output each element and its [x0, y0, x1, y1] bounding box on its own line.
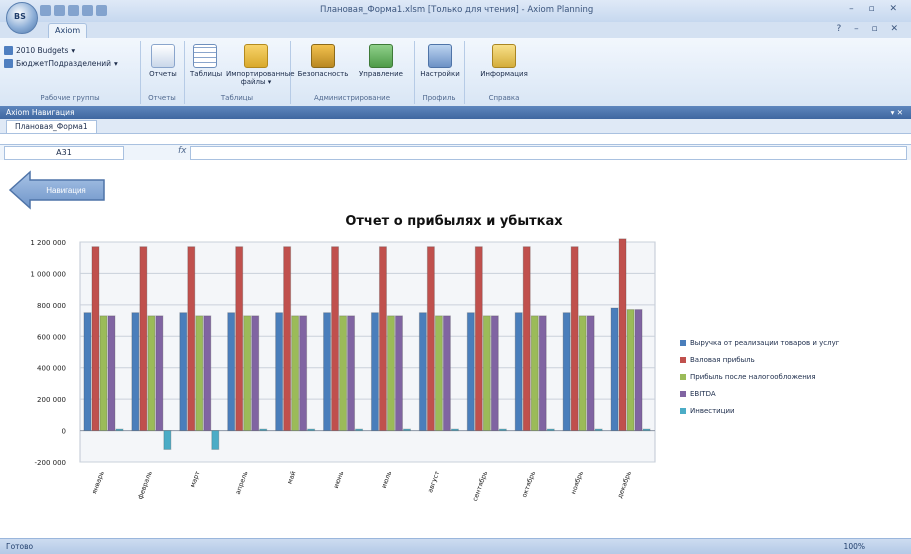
legend-entry: Прибыль после налогообложения — [680, 368, 900, 385]
ribbon-group-profile: Настройки Профиль — [414, 41, 465, 104]
name-box[interactable]: A31 — [4, 146, 124, 160]
help-controls[interactable]: ? – ▫ ✕ — [837, 24, 904, 34]
fx-icon[interactable]: fx — [178, 146, 187, 156]
ribbon-group-help: Информация Справка — [464, 41, 544, 104]
print-icon[interactable] — [68, 5, 79, 16]
legend-swatch — [680, 339, 686, 346]
zoom-level[interactable]: 100% — [844, 539, 865, 554]
group-label: Администрирование — [313, 94, 391, 102]
undo-icon[interactable] — [82, 5, 93, 16]
document-tabs: Плановая_Форма1 — [0, 119, 911, 134]
nav-pane-close-icon[interactable]: ▾ ✕ — [891, 106, 903, 119]
info-icon — [492, 44, 516, 68]
legend-entry: Валовая прибыль — [680, 351, 900, 368]
legend-label: Инвестиции — [690, 406, 735, 415]
formula-bar: A31 fx — [0, 144, 911, 161]
title-bar: Плановая_Форма1.xlsm [Только для чтения]… — [0, 0, 911, 23]
security-button[interactable]: Безопасность — [296, 44, 350, 78]
legend-swatch — [680, 390, 686, 397]
budget-icon — [4, 46, 13, 55]
workgroup-2010-budgets[interactable]: 2010 Budgets ▾ — [4, 46, 75, 55]
group-label: Профиль — [422, 94, 456, 102]
information-button[interactable]: Информация — [474, 44, 534, 78]
axiom-navigation-pane: Axiom Навигация ▾ ✕ — [0, 106, 911, 119]
report-icon — [151, 44, 175, 68]
management-button[interactable]: Управление — [352, 44, 410, 78]
tab-axiom[interactable]: Axiom — [48, 23, 88, 38]
group-label: Справка — [488, 94, 520, 102]
group-label: Таблицы — [220, 94, 254, 102]
ribbon-tab-row: Axiom ? – ▫ ✕ — [0, 22, 911, 38]
legend-swatch — [680, 373, 686, 380]
workgroup-department-budget[interactable]: БюджетПодразделений ▾ — [4, 59, 118, 68]
quick-access-toolbar — [40, 5, 107, 17]
ribbon-group-workgroups: 2010 Budgets ▾ БюджетПодразделений ▾ Раб… — [0, 41, 141, 104]
legend-entry: Инвестиции — [680, 402, 900, 419]
redo-icon[interactable] — [96, 5, 107, 16]
legend-entry: Выручка от реализации товаров и услуг — [680, 334, 900, 351]
budget-icon — [4, 59, 13, 68]
legend-swatch — [680, 407, 686, 414]
ribbon: 2010 Budgets ▾ БюджетПодразделений ▾ Раб… — [0, 38, 911, 107]
lock-icon — [311, 44, 335, 68]
group-label: Рабочие группы — [40, 94, 100, 102]
status-bar: Готово 100% — [0, 538, 911, 554]
ribbon-group-tables: Таблицы Импортированные файлы ▾ Таблицы — [184, 41, 295, 104]
window-controls[interactable]: – ▫ ✕ — [849, 4, 903, 14]
chart-legend: Выручка от реализации товаров и услуг Вал… — [680, 334, 900, 419]
status-ready: Готово — [6, 542, 34, 551]
window-title: Плановая_Форма1.xlsm [Только для чтения]… — [320, 5, 594, 15]
legend-swatch — [680, 356, 686, 363]
office-orb-button[interactable]: BS — [6, 2, 38, 34]
legend-label: Прибыль после налогообложения — [690, 372, 816, 381]
settings-button[interactable]: Настройки — [420, 44, 460, 78]
reports-button[interactable]: Отчеты — [148, 44, 178, 78]
save-icon[interactable] — [40, 5, 51, 16]
legend-label: Выручка от реализации товаров и услуг — [690, 338, 840, 347]
legend-label: EBITDA — [690, 389, 716, 398]
tables-button[interactable]: Таблицы — [190, 44, 222, 78]
imported-files-button[interactable]: Импортированные файлы ▾ — [226, 44, 295, 86]
table-icon — [193, 44, 217, 68]
ribbon-group-administration: Безопасность Управление Администрировани… — [290, 41, 415, 104]
ribbon-group-reports: Отчеты Отчеты — [140, 41, 185, 104]
legend-entry: EBITDA — [680, 385, 900, 402]
open-icon[interactable] — [54, 5, 65, 16]
formula-input[interactable] — [190, 146, 907, 160]
monitor-icon — [428, 44, 452, 68]
back-button-label: Навигация — [46, 186, 86, 195]
orb-label: BS — [14, 12, 26, 21]
nav-pane-title: Axiom Навигация — [6, 108, 75, 117]
navigation-back-button[interactable]: Навигация — [8, 170, 108, 210]
legend-label: Валовая прибыль — [690, 355, 755, 364]
folder-icon — [244, 44, 268, 68]
management-icon — [369, 44, 393, 68]
group-label: Отчеты — [148, 94, 176, 102]
tab-planning-form[interactable]: Плановая_Форма1 — [6, 120, 97, 134]
